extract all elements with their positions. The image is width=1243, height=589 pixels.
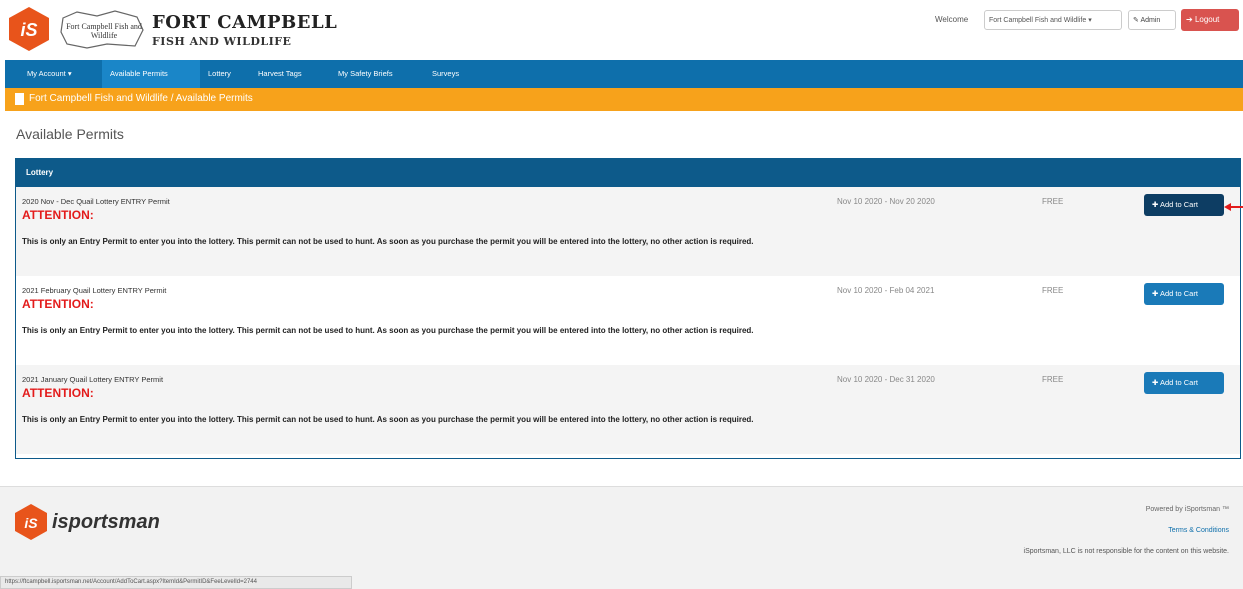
nav-surveys[interactable]: Surveys [432, 69, 459, 78]
permit-dates: Nov 10 2020 - Dec 31 2020 [837, 375, 935, 384]
lottery-panel: Lottery 2020 Nov - Dec Quail Lottery ENT… [15, 158, 1241, 459]
permit-attention: ATTENTION: [22, 386, 94, 400]
permit-row: 2021 February Quail Lottery ENTRY Permit… [16, 276, 1240, 365]
permit-title: 2021 January Quail Lottery ENTRY Permit [22, 375, 164, 384]
permit-attention: ATTENTION: [22, 297, 94, 311]
add-to-cart-button[interactable]: ✚ Add to Cart [1144, 372, 1224, 394]
wrench-icon: ✎ [1133, 17, 1139, 24]
file-icon [15, 93, 24, 105]
page-title: Available Permits [16, 126, 124, 142]
panel-heading: Lottery [16, 159, 1240, 187]
isportsman-logo-icon[interactable]: iS [8, 6, 50, 52]
plus-icon: ✚ [1152, 378, 1159, 387]
site-footer: iS isportsman Powered by iSportsman ™ Te… [0, 486, 1243, 589]
permit-title: 2020 Nov - Dec Quail Lottery ENTRY Permi… [22, 197, 170, 206]
add-to-cart-label: Add to Cart [1159, 378, 1198, 387]
breadcrumb-text[interactable]: Fort Campbell Fish and Wildlife / Availa… [29, 93, 253, 104]
add-to-cart-button[interactable]: ✚ Add to Cart [1144, 283, 1224, 305]
footer-brand: isportsman [52, 511, 160, 533]
browser-status-bar: https://ftcampbell.isportsman.net/Accoun… [0, 576, 352, 589]
powered-by: Powered by iSportsman ™ [1145, 506, 1229, 513]
footer-disclaimer: iSportsman, LLC is not responsible for t… [1023, 548, 1229, 555]
permit-description: This is only an Entry Permit to enter yo… [22, 326, 754, 335]
isportsman-footer-logo-icon: iS [15, 504, 47, 540]
site-subtitle: FISH AND WILDLIFE [152, 35, 292, 48]
add-to-cart-label: Add to Cart [1159, 289, 1198, 298]
plus-icon: ✚ [1152, 289, 1159, 298]
nav-harvest-tags[interactable]: Harvest Tags [258, 69, 302, 78]
nav-my-account[interactable]: My Account ▾ [27, 69, 72, 78]
plus-icon: ✚ [1152, 200, 1159, 209]
add-to-cart-button[interactable]: ✚ Add to Cart [1144, 194, 1224, 216]
panel-heading-text: Lottery [26, 168, 54, 177]
site-header: iS Fort Campbell Fish and Wildlife FORT … [0, 0, 1243, 60]
svg-text:iS: iS [20, 20, 37, 40]
site-title: FORT CAMPBELL [152, 12, 338, 33]
terms-link[interactable]: Terms & Conditions [1168, 527, 1229, 534]
svg-text:iS: iS [24, 515, 38, 531]
permit-description: This is only an Entry Permit to enter yo… [22, 415, 754, 424]
nav-available-permits[interactable]: Available Permits [110, 69, 168, 78]
map-logo-label: Fort Campbell Fish and Wildlife [66, 22, 142, 40]
permit-price: FREE [1042, 375, 1064, 384]
account-select[interactable]: Fort Campbell Fish and Wildlife ▾ [984, 10, 1122, 30]
sign-out-icon: ➔ [1186, 15, 1193, 24]
admin-label: Admin [1140, 17, 1161, 24]
permit-price: FREE [1042, 286, 1064, 295]
welcome-label: Welcome [935, 15, 969, 24]
red-arrow-icon [1224, 203, 1243, 211]
add-to-cart-label: Add to Cart [1159, 200, 1198, 209]
main-nav: My Account ▾ Available Permits Lottery H… [5, 60, 1243, 88]
admin-button[interactable]: ✎ Admin [1128, 10, 1176, 30]
permit-dates: Nov 10 2020 - Nov 20 2020 [837, 197, 935, 206]
permit-title: 2021 February Quail Lottery ENTRY Permit [22, 286, 167, 295]
nav-my-safety-briefs[interactable]: My Safety Briefs [338, 69, 393, 78]
logout-label: Logout [1194, 15, 1220, 24]
permit-attention: ATTENTION: [22, 208, 94, 222]
breadcrumb: Fort Campbell Fish and Wildlife / Availa… [5, 88, 1243, 111]
permit-row: 2020 Nov - Dec Quail Lottery ENTRY Permi… [16, 187, 1240, 276]
permit-row: 2021 January Quail Lottery ENTRY Permit … [16, 365, 1240, 454]
permit-description: This is only an Entry Permit to enter yo… [22, 237, 754, 246]
permit-price: FREE [1042, 197, 1064, 206]
logout-button[interactable]: ➔ Logout [1181, 9, 1239, 31]
nav-lottery[interactable]: Lottery [208, 69, 231, 78]
permit-dates: Nov 10 2020 - Feb 04 2021 [837, 286, 935, 295]
